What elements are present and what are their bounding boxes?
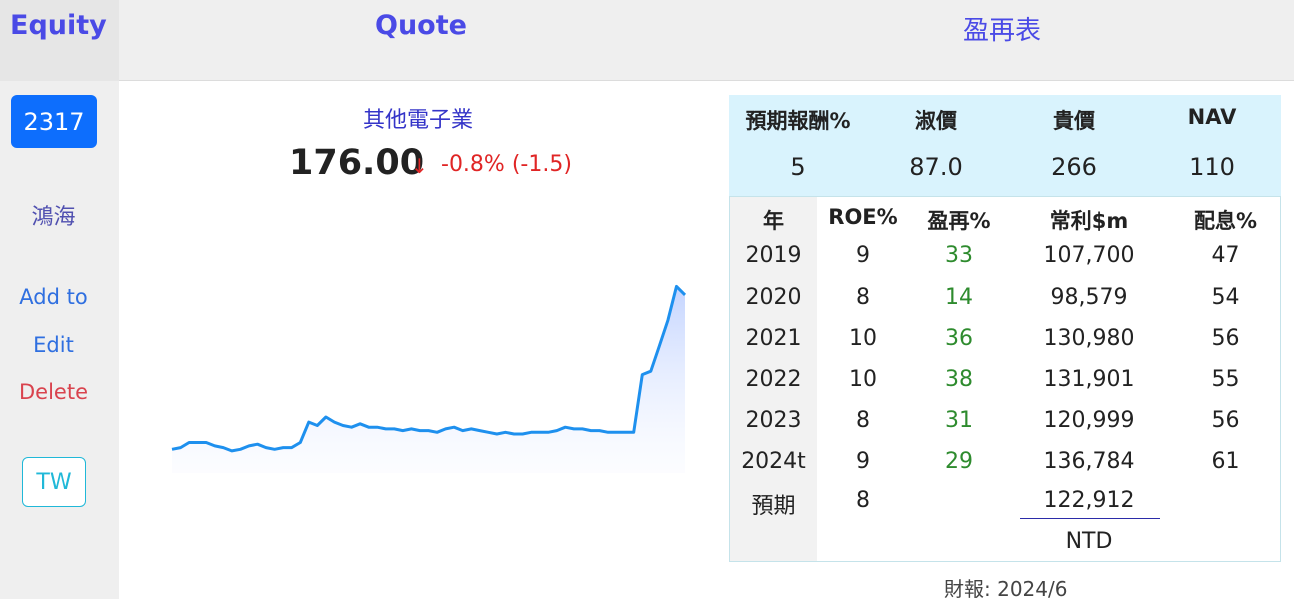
report-date: 財報: 2024/6 bbox=[944, 577, 1068, 599]
table-row-profit: 98,579 bbox=[1050, 285, 1128, 310]
stock-price: 176.00 bbox=[289, 143, 425, 183]
table-row-pe: 38 bbox=[945, 367, 973, 392]
year-header: 年 bbox=[763, 209, 784, 233]
stock-name: 鴻海 bbox=[31, 205, 76, 230]
forecast-profit: 122,912 bbox=[1043, 488, 1135, 513]
pe-table-title: 盈再表 bbox=[963, 16, 1042, 46]
fair-price-header: 淑價 bbox=[915, 109, 957, 133]
equity-title: Equity bbox=[10, 10, 107, 41]
table-row-year: 2024t bbox=[741, 449, 806, 474]
table-row-year: 2020 bbox=[745, 285, 802, 310]
valuation-summary: 預期報酬% 淑價 貴價 NAV 5 87.0 266 110 bbox=[729, 95, 1281, 196]
forecast-roe: 8 bbox=[856, 488, 870, 513]
table-row-year: 2022 bbox=[745, 367, 802, 392]
price-sparkline-chart bbox=[171, 284, 687, 473]
sidebar: 2317 鴻海 Add to Edit Delete TW bbox=[0, 81, 119, 599]
quote-title: Quote bbox=[375, 10, 467, 41]
fair-price-value: 87.0 bbox=[909, 153, 963, 181]
forecast-label: 預期 bbox=[751, 494, 796, 519]
table-row-roe: 9 bbox=[856, 449, 870, 474]
table-row-dividend: 56 bbox=[1211, 326, 1240, 351]
currency-label: NTD bbox=[1065, 529, 1113, 554]
price-change: -0.8% (-1.5) bbox=[441, 152, 572, 177]
table-row-profit: 136,784 bbox=[1043, 449, 1135, 474]
table-row-dividend: 55 bbox=[1211, 367, 1240, 392]
table-row-dividend: 54 bbox=[1211, 285, 1240, 310]
table-row-profit: 107,700 bbox=[1043, 243, 1135, 268]
table-row-pe: 33 bbox=[945, 243, 973, 268]
expected-return-header: 預期報酬% bbox=[745, 109, 851, 133]
table-row-year: 2019 bbox=[745, 243, 802, 268]
stock-code-button[interactable]: 2317 bbox=[11, 95, 97, 148]
table-row-profit: 131,901 bbox=[1043, 367, 1135, 392]
price-line bbox=[171, 284, 687, 453]
expected-return-value: 5 bbox=[790, 153, 806, 181]
table-row-year: 2023 bbox=[745, 408, 802, 433]
table-row-profit: 120,999 bbox=[1043, 408, 1135, 433]
edit-link[interactable]: Edit bbox=[0, 333, 107, 357]
table-row-roe: 8 bbox=[856, 408, 870, 433]
header-bar: Equity Quote 盈再表 bbox=[0, 0, 1294, 81]
down-arrow-icon: ↓ bbox=[411, 154, 428, 178]
market-tw-button[interactable]: TW bbox=[22, 457, 86, 507]
table-row-pe: 14 bbox=[945, 285, 973, 310]
expensive-price-value: 266 bbox=[1051, 153, 1097, 181]
expensive-price-header: 貴價 bbox=[1053, 109, 1095, 133]
profit-header: 常利$m bbox=[1049, 209, 1129, 233]
industry-label: 其他電子業 bbox=[362, 108, 473, 133]
table-row-roe: 10 bbox=[849, 367, 877, 392]
table-row-pe: 29 bbox=[945, 449, 973, 474]
roe-header: ROE% bbox=[828, 205, 898, 229]
nav-header: NAV bbox=[1187, 105, 1237, 129]
equity-page: Equity Quote 盈再表 2317 鴻海 Add to Edit Del… bbox=[0, 0, 1294, 599]
table-row-roe: 10 bbox=[849, 326, 877, 351]
table-row-roe: 8 bbox=[856, 285, 870, 310]
pe-ratio-header: 盈再% bbox=[927, 209, 991, 233]
forecast-underline bbox=[1020, 518, 1160, 519]
table-row-profit: 130,980 bbox=[1043, 326, 1135, 351]
table-row-pe: 36 bbox=[945, 326, 973, 351]
table-row-dividend: 47 bbox=[1211, 243, 1240, 268]
nav-value: 110 bbox=[1189, 153, 1235, 181]
table-row-dividend: 61 bbox=[1211, 449, 1240, 474]
add-to-link[interactable]: Add to bbox=[0, 285, 107, 309]
table-row-dividend: 56 bbox=[1211, 408, 1240, 433]
table-row-year: 2021 bbox=[745, 326, 802, 351]
pe-history-table: 年 ROE% 盈再% 常利$m 配息% 2019 9 33 107,700 47… bbox=[729, 196, 1281, 562]
delete-link[interactable]: Delete bbox=[0, 380, 107, 404]
table-row-roe: 9 bbox=[856, 243, 870, 268]
table-row-pe: 31 bbox=[945, 408, 973, 433]
dividend-header: 配息% bbox=[1193, 209, 1258, 233]
